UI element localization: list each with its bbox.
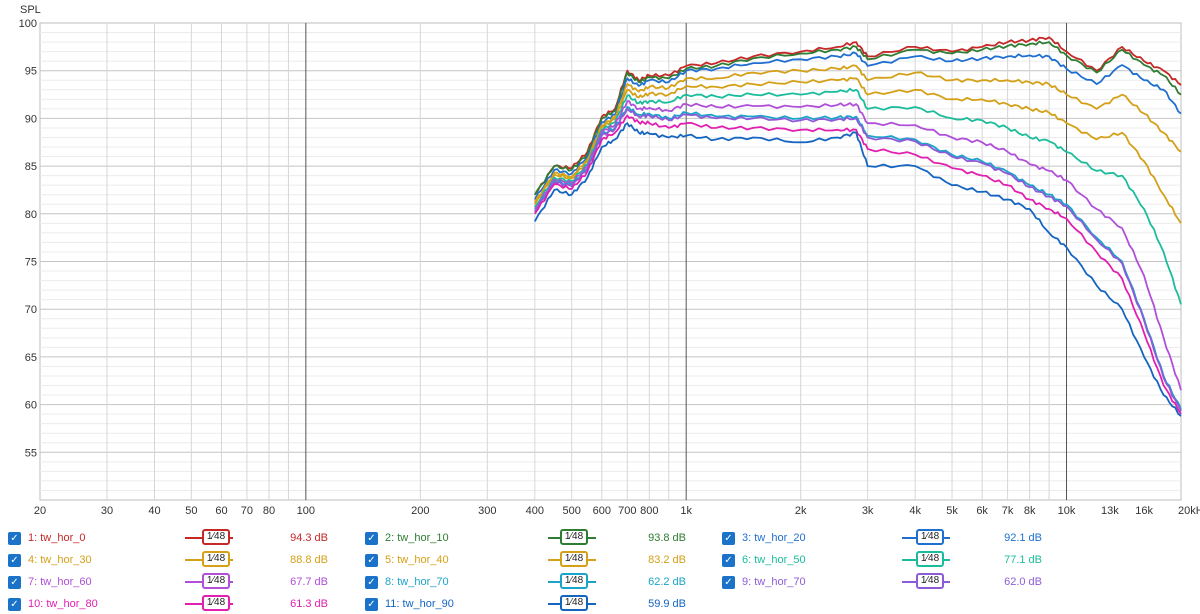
x-tick-label: 300 [478,505,496,517]
legend-item[interactable]: ✓ 10: tw_hor_80 1⁄48 61.3 dB [8,594,328,614]
y-tick-label: 85 [25,161,37,173]
y-tick-label: 100 [19,18,37,30]
x-tick-label: 8k [1024,505,1036,517]
x-tick-label: 60 [215,505,227,517]
checkbox-icon[interactable]: ✓ [365,575,378,589]
legend: ✓ 1: tw_hor_0 1⁄48 94.3 dB ✓ 2: tw_hor_10 1⁄48… [0,522,1200,612]
x-tick-label: 6k [976,505,988,517]
legend-series-name: 5: tw_hor_40 [385,554,449,566]
checkbox-icon[interactable]: ✓ [722,575,735,589]
x-tick-label: 13k [1101,505,1119,517]
y-tick-labels: 55 60 65 70 75 80 85 90 95 100 [19,18,37,459]
legend-series-name: 4: tw_hor_30 [28,554,92,566]
y-tick-label: 95 [25,66,37,78]
x-tick-label: 1k [680,505,692,517]
legend-series-name: 6: tw_hor_50 [742,554,806,566]
legend-item[interactable]: ✓ 3: tw_hor_20 1⁄48 92.1 dB [722,528,1042,548]
chart-grid [39,22,1182,501]
x-tick-label: 5k [946,505,958,517]
x-tick-label: 500 [563,505,581,517]
smoothing-button[interactable]: 1⁄48 [560,595,588,611]
legend-level-value: 92.1 dB [1004,532,1042,544]
legend-item[interactable]: ✓ 9: tw_hor_70 1⁄48 62.0 dB [722,572,1042,592]
checkbox-icon[interactable]: ✓ [8,531,21,545]
y-tick-label: 70 [25,304,37,316]
x-tick-label: 100 [297,505,315,517]
legend-series-name: 2: tw_hor_10 [385,532,449,544]
legend-level-value: 67.7 dB [290,576,328,588]
checkbox-icon[interactable]: ✓ [722,531,735,545]
legend-level-value: 83.2 dB [648,554,686,566]
legend-level-value: 88.8 dB [290,554,328,566]
smoothing-button[interactable]: 1⁄48 [560,573,588,589]
legend-series-name: 1: tw_hor_0 [28,532,86,544]
y-tick-label: 60 [25,400,37,412]
smoothing-button[interactable]: 1⁄48 [202,573,230,589]
x-tick-labels: 20 30 40 50 60 70 80 100 200 300 400 500 600 700 800 1k… [34,505,1200,517]
legend-level-value: 77.1 dB [1004,554,1042,566]
y-tick-label: 80 [25,209,37,221]
legend-item[interactable]: ✓ 7: tw_hor_60 1⁄48 67.7 dB [8,572,328,592]
x-tick-label: 10k [1058,505,1076,517]
legend-level-value: 62.0 dB [1004,576,1042,588]
legend-series-name: 3: tw_hor_20 [742,532,806,544]
checkbox-icon[interactable]: ✓ [8,597,21,611]
x-tick-label: 400 [526,505,544,517]
smoothing-button[interactable]: 1⁄48 [560,551,588,567]
y-tick-label: 90 [25,113,37,125]
legend-item[interactable]: ✓ 5: tw_hor_40 1⁄48 83.2 dB [365,550,686,570]
x-tick-label: 30 [101,505,113,517]
x-tick-label: 200 [411,505,429,517]
x-tick-label: 70 [241,505,253,517]
checkbox-icon[interactable]: ✓ [365,553,378,567]
smoothing-button[interactable]: 1⁄48 [202,595,230,611]
legend-series-name: 9: tw_hor_70 [742,576,806,588]
x-tick-label: 50 [185,505,197,517]
legend-item[interactable]: ✓ 6: tw_hor_50 1⁄48 77.1 dB [722,550,1042,570]
legend-level-value: 61.3 dB [290,598,328,610]
checkbox-icon[interactable]: ✓ [722,553,735,567]
checkbox-icon[interactable]: ✓ [8,575,21,589]
smoothing-button[interactable]: 1⁄48 [560,529,588,545]
legend-level-value: 59.9 dB [648,598,686,610]
legend-item[interactable]: ✓ 1: tw_hor_0 1⁄48 94.3 dB [8,528,328,548]
smoothing-button[interactable]: 1⁄48 [916,529,944,545]
x-tick-label: 3k [862,505,874,517]
y-tick-label: 65 [25,352,37,364]
x-tick-label: 16k [1135,505,1153,517]
smoothing-button[interactable]: 1⁄48 [916,551,944,567]
checkbox-icon[interactable]: ✓ [365,597,378,611]
x-tick-label: 40 [148,505,160,517]
legend-level-value: 62.2 dB [648,576,686,588]
y-tick-label: 75 [25,257,37,269]
x-tick-label: 800 [640,505,658,517]
legend-item[interactable]: ✓ 2: tw_hor_10 1⁄48 93.8 dB [365,528,686,548]
smoothing-button[interactable]: 1⁄48 [202,529,230,545]
x-tick-label: 4k [909,505,921,517]
legend-item[interactable]: ✓ 8: tw_hor_70 1⁄48 62.2 dB [365,572,686,592]
legend-level-value: 93.8 dB [648,532,686,544]
smoothing-button[interactable]: 1⁄48 [916,573,944,589]
legend-series-name: 10: tw_hor_80 [28,598,98,610]
x-tick-label: 2k [795,505,807,517]
smoothing-button[interactable]: 1⁄48 [202,551,230,567]
x-tick-label: 20kHz [1178,505,1200,517]
x-tick-label: 7k [1002,505,1014,517]
y-tick-label: 55 [25,447,37,459]
x-tick-label: 20 [34,505,46,517]
legend-item[interactable]: ✓ 4: tw_hor_30 1⁄48 88.8 dB [8,550,328,570]
x-tick-label: 80 [263,505,275,517]
checkbox-icon[interactable]: ✓ [8,553,21,567]
checkbox-icon[interactable]: ✓ [365,531,378,545]
y-axis-label: SPL [20,4,41,16]
frequency-response-chart: SPL 55 60 65 70 75 80 85 90 95 100 20 30 40 50 60 70 80… [19,4,1200,517]
legend-item[interactable]: ✓ 11: tw_hor_90 1⁄48 59.9 dB [365,594,686,614]
legend-series-name: 11: tw_hor_90 [385,598,454,610]
legend-series-name: 7: tw_hor_60 [28,576,92,588]
legend-series-name: 8: tw_hor_70 [385,576,449,588]
legend-level-value: 94.3 dB [290,532,328,544]
x-tick-label: 600 [593,505,611,517]
x-tick-label: 700 [618,505,636,517]
